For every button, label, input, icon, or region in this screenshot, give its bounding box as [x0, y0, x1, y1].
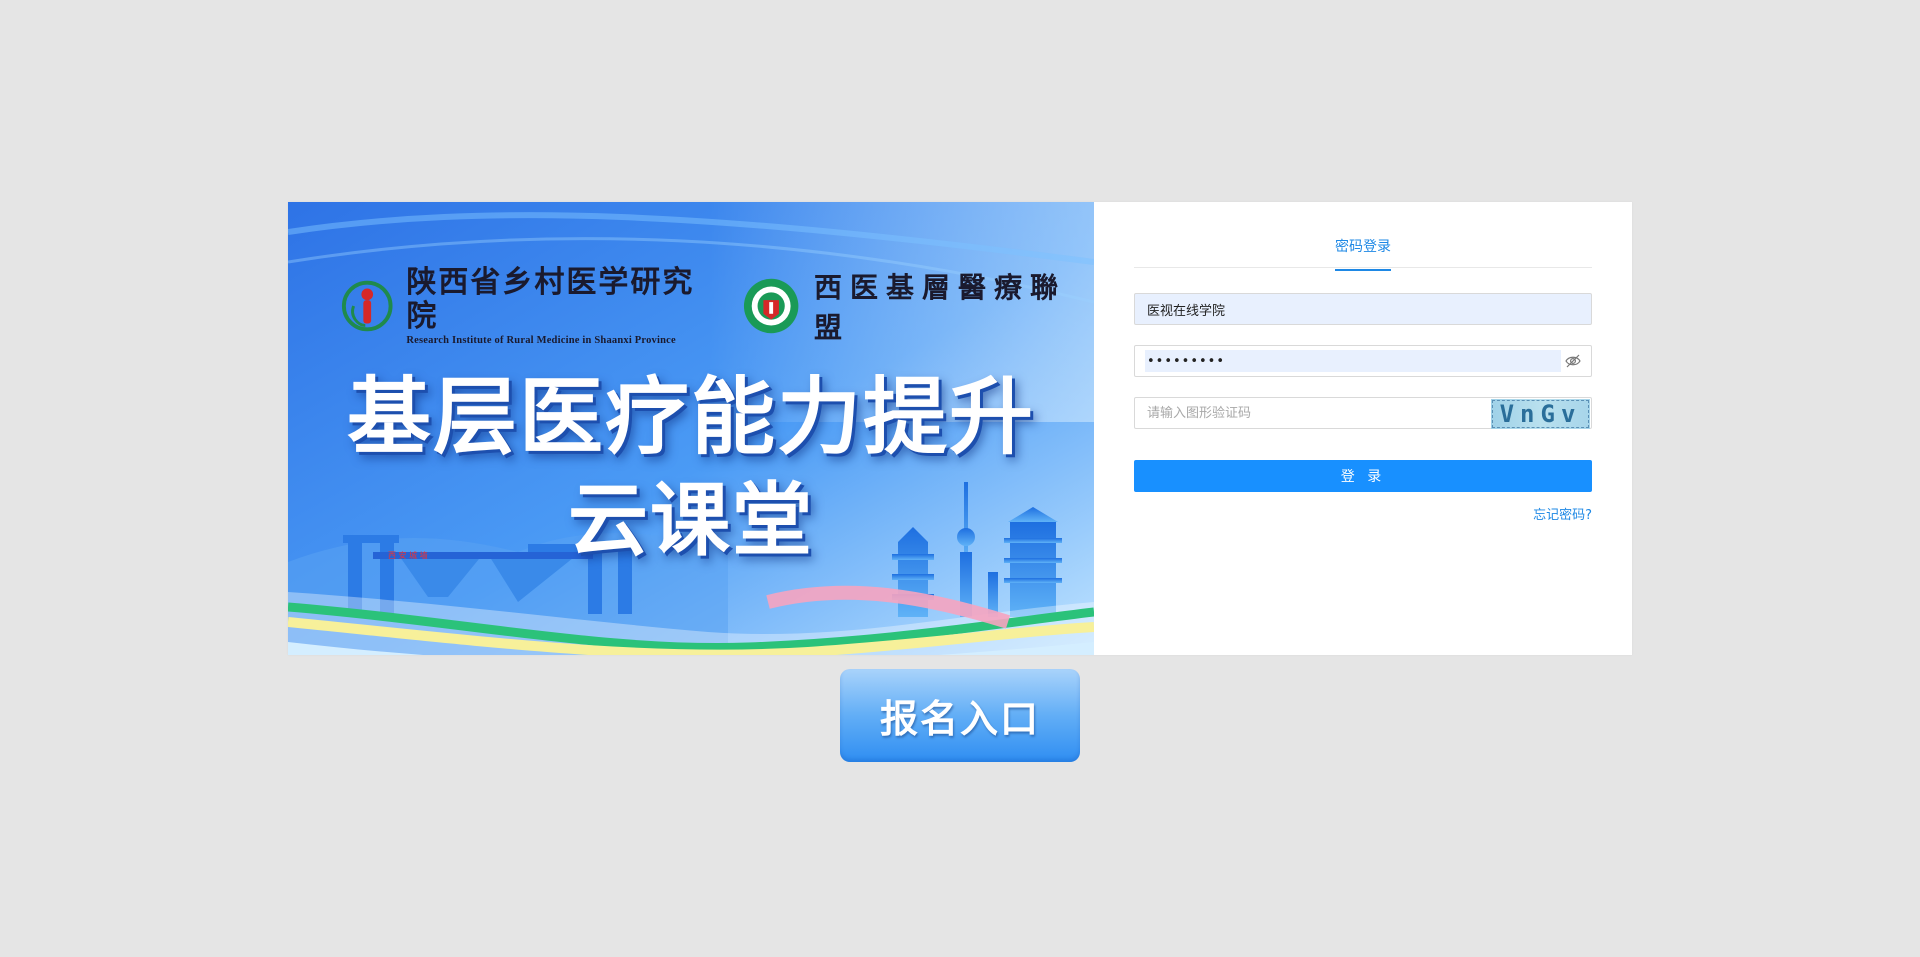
login-tabs: 密码登录	[1134, 202, 1592, 271]
login-card: 西 安 城 墙 陕西省乡村医学研究院 Research Institute of…	[288, 202, 1632, 655]
password-autofill-area	[1145, 350, 1561, 372]
institute-emblem-icon	[341, 280, 393, 332]
password-field[interactable]	[1134, 345, 1592, 377]
username-field[interactable]	[1134, 293, 1592, 325]
captcha-image[interactable]: VnGv	[1491, 399, 1590, 429]
banner-headline-line1: 基层医疗能力提升	[346, 368, 1035, 466]
username-input[interactable]	[1135, 294, 1591, 324]
alliance-logo: 西医基層醫療聯盟	[742, 266, 1094, 346]
tab-password-login[interactable]: 密码登录	[1335, 236, 1391, 271]
alliance-emblem-icon	[743, 278, 799, 334]
institute-name-en: Research Institute of Rural Medicine in …	[406, 335, 676, 346]
institute-name-cn: 陕西省乡村医学研究院	[406, 265, 695, 334]
rural-medicine-institute-logo: 陕西省乡村医学研究院 Research Institute of Rural M…	[340, 266, 718, 346]
eye-slash-icon[interactable]	[1565, 354, 1581, 368]
login-panel: 密码登录 VnGv 登 录 忘记密码?	[1094, 202, 1632, 655]
banner-headline-line2: 云课堂	[568, 474, 814, 567]
banner-logos: 陕西省乡村医学研究院 Research Institute of Rural M…	[340, 266, 1094, 346]
alliance-name-cn: 西医基層醫療聯盟	[813, 271, 1066, 344]
captcha-field[interactable]: VnGv	[1134, 397, 1592, 429]
forgot-password-link[interactable]: 忘记密码?	[1533, 504, 1592, 523]
login-button[interactable]: 登 录	[1134, 460, 1592, 492]
captcha-input[interactable]	[1135, 398, 1490, 428]
password-input[interactable]	[1145, 350, 1561, 372]
banner-image: 西 安 城 墙 陕西省乡村医学研究院 Research Institute of…	[288, 202, 1094, 655]
register-entry-button[interactable]: 报名入口	[840, 669, 1080, 762]
